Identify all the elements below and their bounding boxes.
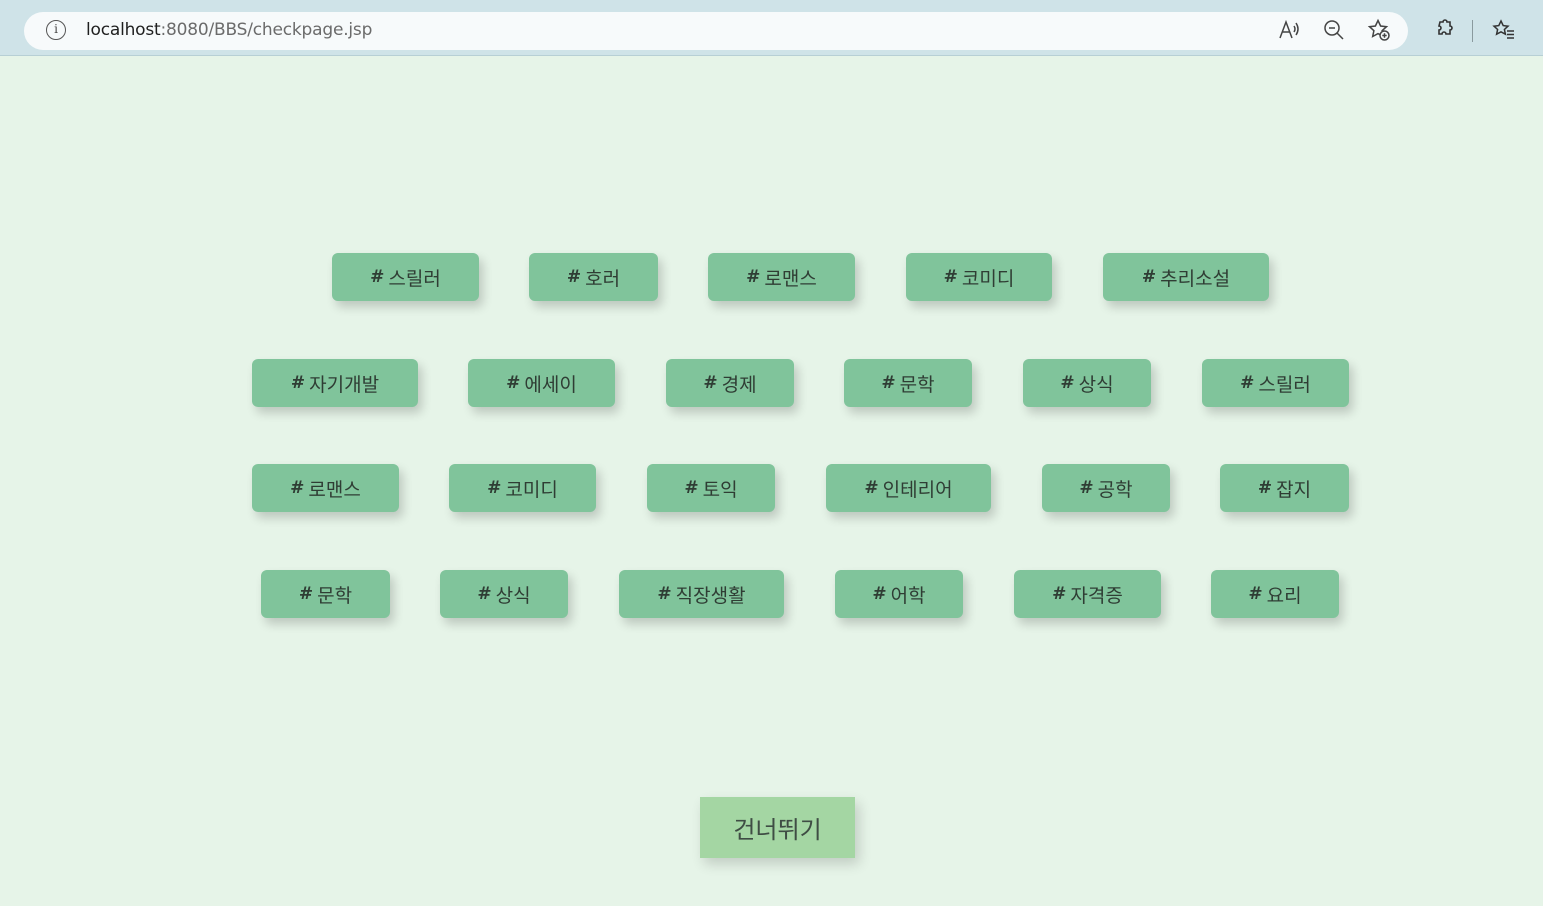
hash-symbol: # bbox=[746, 267, 761, 287]
tag-label: 스릴러 bbox=[1258, 373, 1311, 396]
toolbar-divider bbox=[1472, 20, 1473, 42]
tag-button[interactable]: # 추리소설 bbox=[1103, 253, 1269, 301]
tag-button[interactable]: # 스릴러 bbox=[332, 253, 479, 301]
tag-label: 경제 bbox=[721, 373, 757, 396]
hash-symbol: # bbox=[684, 478, 699, 498]
tag-label: 로맨스 bbox=[764, 267, 817, 290]
tag-button[interactable]: # 상식 bbox=[1023, 359, 1151, 407]
hash-symbol: # bbox=[703, 373, 718, 393]
hash-symbol: # bbox=[1248, 584, 1263, 604]
tag-label: 추리소설 bbox=[1160, 267, 1231, 290]
tag-button[interactable]: # 문학 bbox=[261, 570, 390, 618]
read-aloud-icon[interactable] bbox=[1277, 18, 1301, 42]
tag-label: 공학 bbox=[1097, 478, 1133, 501]
hash-symbol: # bbox=[566, 267, 582, 287]
tag-label: 어학 bbox=[890, 584, 926, 607]
tag-button[interactable]: # 문학 bbox=[844, 359, 972, 407]
hash-symbol: # bbox=[657, 584, 672, 604]
hash-symbol: # bbox=[1141, 267, 1157, 287]
tag-button[interactable]: # 에세이 bbox=[468, 359, 615, 407]
hash-symbol: # bbox=[872, 584, 887, 604]
skip-button[interactable]: 건너뛰기 bbox=[700, 797, 855, 858]
zoom-out-icon[interactable] bbox=[1322, 18, 1346, 42]
hash-symbol: # bbox=[477, 584, 492, 604]
tag-button[interactable]: # 코미디 bbox=[906, 253, 1052, 301]
tag-label: 스릴러 bbox=[388, 267, 441, 290]
tag-button[interactable]: # 어학 bbox=[835, 570, 963, 618]
tag-button[interactable]: # 직장생활 bbox=[619, 570, 784, 618]
tag-label: 잡지 bbox=[1276, 478, 1312, 501]
favorites-icon[interactable] bbox=[1492, 18, 1516, 42]
tag-label: 코미디 bbox=[961, 267, 1015, 290]
hash-symbol: # bbox=[1240, 373, 1255, 393]
tag-button[interactable]: # 토익 bbox=[647, 464, 775, 512]
tag-label: 자격증 bbox=[1070, 584, 1123, 607]
hash-symbol: # bbox=[943, 267, 958, 287]
tag-button[interactable]: # 잡지 bbox=[1220, 464, 1349, 512]
tag-button[interactable]: # 코미디 bbox=[449, 464, 596, 512]
hash-symbol: # bbox=[290, 373, 306, 393]
url-text[interactable]: localhost:8080/BBS/checkpage.jsp bbox=[86, 20, 372, 40]
tag-label: 에세이 bbox=[524, 373, 577, 396]
tag-button[interactable]: # 공학 bbox=[1042, 464, 1170, 512]
tag-label: 문학 bbox=[317, 584, 353, 607]
tag-button[interactable]: # 로맨스 bbox=[708, 253, 855, 301]
tag-label: 직장생활 bbox=[675, 584, 746, 607]
tag-label: 코미디 bbox=[505, 478, 558, 501]
hash-symbol: # bbox=[506, 373, 521, 393]
tag-label: 상식 bbox=[495, 584, 531, 607]
tag-button[interactable]: # 경제 bbox=[666, 359, 794, 407]
skip-button-label: 건너뛰기 bbox=[733, 816, 822, 844]
extensions-icon[interactable] bbox=[1431, 18, 1455, 42]
hash-symbol: # bbox=[298, 584, 314, 604]
tag-button[interactable]: # 스릴러 bbox=[1202, 359, 1349, 407]
hash-symbol: # bbox=[881, 373, 896, 393]
url-host: localhost bbox=[86, 20, 161, 40]
tag-label: 토익 bbox=[702, 478, 738, 501]
tag-button[interactable]: # 호러 bbox=[529, 253, 658, 301]
tag-label: 호러 bbox=[585, 267, 621, 290]
hash-symbol: # bbox=[1079, 478, 1094, 498]
hash-symbol: # bbox=[487, 478, 502, 498]
url-path: :8080/BBS/checkpage.jsp bbox=[160, 20, 373, 40]
tag-button[interactable]: # 상식 bbox=[440, 570, 568, 618]
info-icon[interactable]: i bbox=[46, 20, 66, 40]
hash-symbol: # bbox=[290, 478, 305, 498]
tag-button[interactable]: # 자기개발 bbox=[252, 359, 418, 407]
tag-button[interactable]: # 자격증 bbox=[1014, 570, 1161, 618]
tag-button[interactable]: # 로맨스 bbox=[252, 464, 399, 512]
tag-label: 로맨스 bbox=[308, 478, 361, 501]
hash-symbol: # bbox=[1060, 373, 1075, 393]
tag-button[interactable]: # 인테리어 bbox=[826, 464, 991, 512]
browser-toolbar: i localhost:8080/BBS/checkpage.jsp bbox=[0, 0, 1543, 56]
hash-symbol: # bbox=[1257, 478, 1273, 498]
tag-label: 문학 bbox=[899, 373, 935, 396]
tag-label: 상식 bbox=[1078, 373, 1114, 396]
add-favorite-icon[interactable] bbox=[1367, 18, 1391, 42]
tag-label: 인테리어 bbox=[882, 478, 953, 501]
tag-button[interactable]: # 요리 bbox=[1211, 570, 1339, 618]
tag-label: 요리 bbox=[1266, 584, 1302, 607]
hash-symbol: # bbox=[370, 267, 385, 287]
hash-symbol: # bbox=[864, 478, 879, 498]
hash-symbol: # bbox=[1052, 584, 1067, 604]
tag-label: 자기개발 bbox=[309, 373, 380, 396]
